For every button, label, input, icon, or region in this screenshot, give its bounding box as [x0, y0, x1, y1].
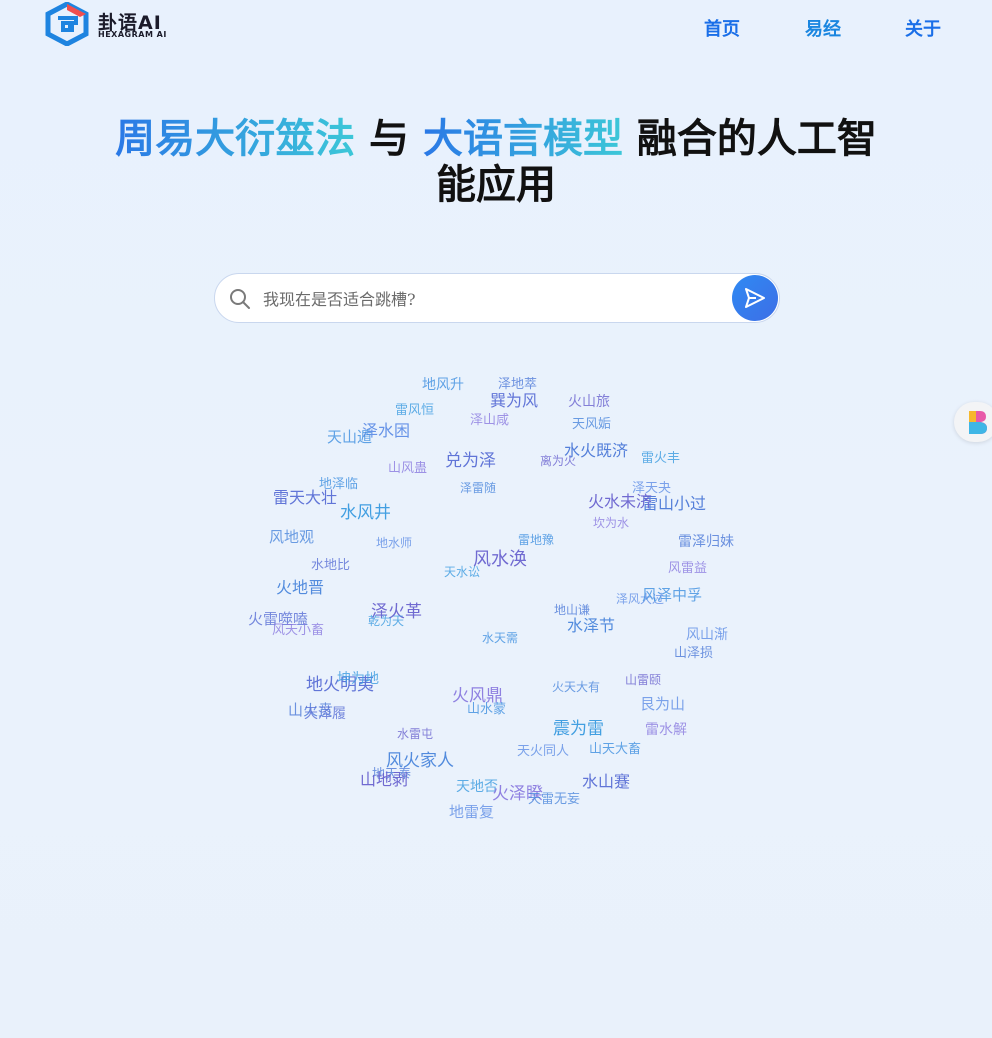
- nav-yijing[interactable]: 易经: [805, 15, 841, 41]
- send-icon: [745, 288, 765, 308]
- nav-home[interactable]: 首页: [704, 15, 740, 41]
- hexagram-word[interactable]: 风泽中孚: [642, 588, 702, 603]
- brand-name-en: HEXAGRAM AI: [98, 30, 167, 39]
- hero-highlight-llm: 大语言模型: [422, 116, 623, 162]
- hexagram-word[interactable]: 火天大有: [552, 681, 600, 693]
- hexagram-word[interactable]: 坎为水: [593, 517, 629, 529]
- hero-text-and: 与: [355, 116, 423, 162]
- nav-about[interactable]: 关于: [905, 15, 941, 41]
- search-input[interactable]: [261, 284, 725, 314]
- hexagram-word[interactable]: 泽雷随: [460, 482, 496, 494]
- header: 卦语AI HEXAGRAM AI 首页 易经 关于: [0, 0, 992, 56]
- hexagram-word[interactable]: 天雷无妄: [528, 793, 580, 806]
- send-button[interactable]: [732, 275, 778, 321]
- hexagram-word[interactable]: 泽地萃: [498, 378, 537, 391]
- hexagram-word[interactable]: 山泽损: [674, 647, 713, 660]
- hexagram-word[interactable]: 天水讼: [444, 566, 480, 578]
- hero-title: 周易大衍筮法 与 大语言模型 融合的人工智能应用: [96, 116, 896, 208]
- hexagram-word[interactable]: 山风蛊: [388, 462, 427, 475]
- search-bar: [214, 273, 780, 323]
- hexagram-word[interactable]: 地水师: [376, 537, 412, 549]
- hexagon-logo-icon: [45, 2, 89, 46]
- hexagram-word[interactable]: 巽为风: [490, 393, 538, 409]
- hexagram-word[interactable]: 离为火: [540, 455, 576, 467]
- floating-assistant-button[interactable]: [954, 402, 992, 442]
- hexagram-word[interactable]: 火山旅: [568, 395, 610, 409]
- hexagram-word[interactable]: 地雷复: [449, 805, 494, 820]
- hexagram-word[interactable]: 震为雷: [553, 721, 604, 738]
- hexagram-word[interactable]: 火地晋: [276, 580, 324, 596]
- hexagram-word[interactable]: 风地观: [269, 530, 314, 545]
- hexagram-word[interactable]: 水地比: [311, 559, 350, 572]
- hexagram-word[interactable]: 天泽履: [304, 707, 346, 721]
- hexagram-word[interactable]: 火水未济: [588, 494, 652, 510]
- hexagram-word[interactable]: 艮为山: [640, 697, 685, 712]
- hexagram-word[interactable]: 山水蒙: [467, 703, 506, 716]
- hexagram-word[interactable]: 地风升: [422, 378, 464, 392]
- hexagram-word[interactable]: 水天需: [482, 632, 518, 644]
- hexagram-word[interactable]: 风雷益: [668, 562, 707, 575]
- hexagram-word[interactable]: 水山蹇: [582, 774, 630, 790]
- hexagram-word[interactable]: 山地剥: [360, 772, 408, 788]
- hexagram-word[interactable]: 天风姤: [572, 418, 611, 431]
- hexagram-word[interactable]: 雷地豫: [518, 534, 554, 546]
- hexagram-word[interactable]: 水泽节: [567, 618, 615, 634]
- hexagram-word[interactable]: 水风井: [340, 505, 391, 522]
- hexagram-word[interactable]: 雷水解: [645, 723, 687, 737]
- hero-highlight-method: 周易大衍筮法: [115, 116, 356, 162]
- assistant-logo-icon: [969, 411, 987, 434]
- hexagram-word[interactable]: 山雷颐: [625, 674, 661, 686]
- logo[interactable]: 卦语AI HEXAGRAM AI: [44, 2, 174, 46]
- hexagram-word[interactable]: 兑为泽: [445, 453, 496, 470]
- hexagram-word[interactable]: 水雷屯: [397, 728, 433, 740]
- hexagram-word[interactable]: 风山渐: [686, 628, 728, 642]
- hexagram-word[interactable]: 泽山咸: [470, 414, 509, 427]
- hexagram-word[interactable]: 风天小畜: [272, 624, 324, 637]
- hexagram-word[interactable]: 风水涣: [473, 551, 527, 569]
- hexagram-word[interactable]: 天火同人: [517, 745, 569, 758]
- hexagram-word[interactable]: 乾为天: [368, 615, 404, 627]
- hexagram-word[interactable]: 地山谦: [554, 604, 590, 616]
- hexagram-word[interactable]: 雷天大壮: [273, 490, 337, 506]
- hexagram-word[interactable]: 雷风恒: [395, 404, 434, 417]
- hexagram-word[interactable]: 天山遁: [327, 430, 372, 445]
- hexagram-word[interactable]: 雷火丰: [641, 452, 680, 465]
- hexagram-word[interactable]: 山天大畜: [589, 743, 641, 756]
- search-icon: [230, 289, 250, 309]
- hexagram-word[interactable]: 雷泽归妹: [678, 535, 734, 549]
- hexagram-word[interactable]: 坤为地: [337, 672, 379, 686]
